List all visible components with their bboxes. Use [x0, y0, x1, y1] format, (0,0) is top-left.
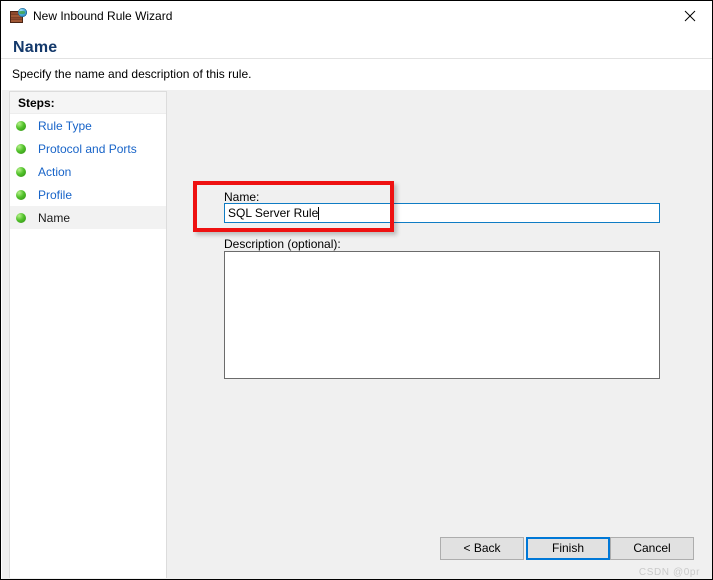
finish-button[interactable]: Finish — [526, 537, 610, 560]
title-bar: New Inbound Rule Wizard — [1, 1, 712, 31]
green-bullet-icon — [16, 166, 26, 177]
steps-heading-label: Steps: — [18, 95, 55, 110]
steps-sidebar: Steps: Rule Type Protocol and Ports Acti… — [9, 91, 167, 578]
description-input[interactable] — [224, 251, 660, 379]
header-divider — [1, 58, 712, 59]
close-icon[interactable] — [667, 1, 712, 30]
wizard-window: New Inbound Rule Wizard Name Specify the… — [0, 0, 713, 580]
page-title: Name — [13, 39, 58, 56]
cancel-button[interactable]: Cancel — [610, 537, 694, 560]
content-panel: Name: SQL Server Rule Description (optio… — [177, 90, 712, 579]
green-bullet-icon — [16, 189, 26, 200]
green-bullet-icon — [16, 143, 26, 154]
button-bar: < Back Finish Cancel CSDN @0pr — [2, 529, 712, 579]
name-input-value: SQL Server Rule — [228, 206, 319, 220]
sidebar-item-name[interactable]: Name — [10, 206, 166, 229]
description-field-label: Description (optional): — [224, 237, 341, 251]
green-bullet-icon — [16, 212, 26, 223]
back-button[interactable]: < Back — [440, 537, 524, 560]
name-field-label: Name: — [224, 190, 260, 204]
watermark: CSDN @0pr — [638, 567, 700, 578]
steps-heading: Steps: — [10, 92, 166, 114]
page-header: Name Specify the name and description of… — [2, 31, 712, 89]
green-bullet-icon — [16, 120, 26, 131]
sidebar-item-profile[interactable]: Profile — [10, 183, 166, 206]
page-subtitle: Specify the name and description of this… — [12, 67, 252, 81]
sidebar-item-label: Name — [38, 210, 71, 225]
window-title: New Inbound Rule Wizard — [33, 9, 173, 23]
sidebar-item-action[interactable]: Action — [10, 160, 166, 183]
sidebar-item-label: Profile — [38, 187, 73, 202]
wizard-body: Steps: Rule Type Protocol and Ports Acti… — [2, 90, 712, 579]
text-caret — [318, 206, 320, 220]
sidebar-item-label: Protocol and Ports — [38, 141, 137, 156]
name-input[interactable]: SQL Server Rule — [224, 203, 660, 223]
sidebar-item-label: Action — [38, 164, 72, 179]
sidebar-item-protocol-and-ports[interactable]: Protocol and Ports — [10, 137, 166, 160]
sidebar-item-label: Rule Type — [38, 118, 92, 133]
firewall-globe-icon — [10, 8, 27, 24]
sidebar-item-rule-type[interactable]: Rule Type — [10, 114, 166, 137]
